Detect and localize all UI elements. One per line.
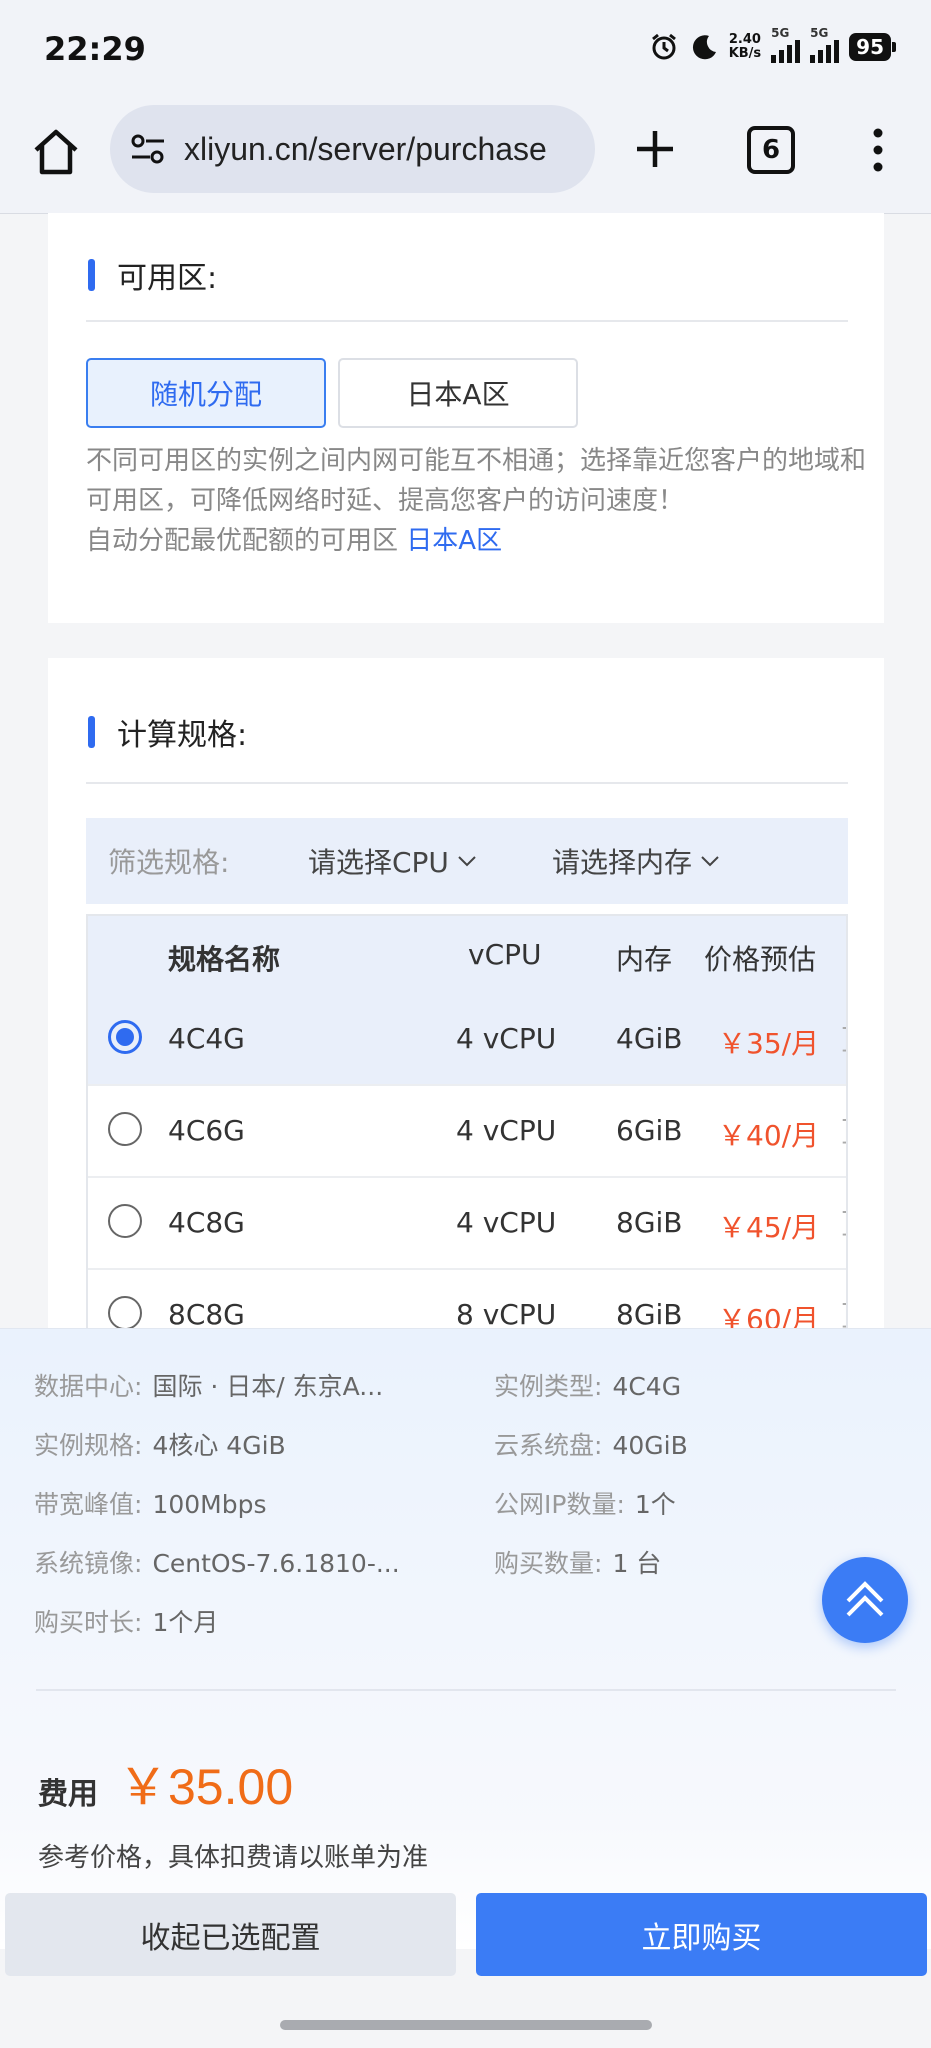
row-name: 8C8G: [168, 1298, 245, 1331]
chevron-down-icon: [701, 856, 719, 867]
status-icons: 2.40 KB/s 5G 5G 95: [649, 26, 896, 63]
moon-icon: [692, 34, 716, 59]
row-price: ￥40/月: [718, 1119, 820, 1152]
table-row[interactable]: 4C4G 4 vCPU 4GiB ￥35/月 ]: [88, 994, 846, 1086]
buy-now-button[interactable]: 立即购买: [476, 1893, 927, 1976]
zone-option-random[interactable]: 随机分配: [86, 358, 326, 428]
zone-option-japan-a[interactable]: 日本A区: [338, 358, 578, 428]
scroll-top-button[interactable]: [822, 1557, 908, 1643]
order-summary-panel: 数据中心: 国际 · 日本/ 东京A... 实例类型: 4C4G 实例规格: 4核心 …: [0, 1328, 931, 1949]
row-mem: 4GiB: [616, 1022, 683, 1055]
radio-unselected[interactable]: [108, 1112, 142, 1146]
filter-bar: 筛选规格: 请选择CPU 请选择内存: [86, 818, 848, 904]
row-truncated: ]: [840, 1114, 846, 1147]
summary-bandwidth: 带宽峰值: 100Mbps: [34, 1490, 267, 1519]
col-name: 规格名称: [168, 943, 281, 976]
summary-duration: 购买时长: 1个月: [34, 1608, 219, 1637]
zone-title: 可用区:: [88, 253, 217, 297]
row-truncated: ]: [840, 1298, 846, 1331]
memory-select[interactable]: 请选择内存: [552, 841, 720, 881]
row-vcpu: 4 vCPU: [456, 1114, 557, 1147]
fee-label: 费用: [38, 1777, 98, 1812]
row-name: 4C8G: [168, 1206, 245, 1239]
browser-toolbar: xliyun.cn/server/purchase 6: [0, 100, 931, 214]
row-name: 4C6G: [168, 1114, 245, 1147]
summary-quantity: 购买数量: 1 台: [494, 1549, 662, 1578]
net-speed: 2.40 KB/s: [728, 31, 762, 61]
signal-icon-2: 5G: [810, 26, 840, 63]
filter-label: 筛选规格:: [108, 846, 230, 879]
tabs-count-button[interactable]: 6: [747, 126, 795, 174]
more-icon[interactable]: [868, 126, 888, 174]
zone-description: 不同可用区的实例之间内网可能互不相通；选择靠近您客户的地域和可用区，可降低网络时…: [86, 446, 867, 556]
summary-instance-type: 实例类型: 4C4G: [494, 1372, 682, 1401]
radio-unselected[interactable]: [108, 1296, 142, 1330]
row-truncated: ]: [840, 1206, 846, 1239]
plus-icon[interactable]: [630, 124, 680, 174]
cpu-select[interactable]: 请选择CPU: [308, 841, 477, 881]
table-header: 规格名称 vCPU 内存 价格预估: [88, 916, 846, 994]
battery-icon: 95: [849, 32, 896, 61]
auto-zone-link[interactable]: 日本A区: [406, 526, 502, 556]
radio-unselected[interactable]: [108, 1204, 142, 1238]
spec-card: 计算规格: 筛选规格: 请选择CPU 请选择内存 规格名称 vCPU 内存 价格…: [48, 658, 884, 1344]
status-time: 22:29: [44, 30, 146, 68]
row-vcpu: 4 vCPU: [456, 1206, 557, 1239]
row-name: 4C4G: [168, 1022, 245, 1055]
url-text[interactable]: xliyun.cn/server/purchase: [184, 131, 547, 168]
col-vcpu: vCPU: [468, 938, 542, 971]
summary-disk: 云系统盘: 40GiB: [494, 1431, 688, 1460]
spec-title: 计算规格:: [88, 710, 247, 754]
address-bar[interactable]: xliyun.cn/server/purchase: [110, 105, 595, 193]
zone-card: 可用区: 随机分配 日本A区 不同可用区的实例之间内网可能互不相通；选择靠近您客…: [48, 213, 884, 623]
table-row[interactable]: 4C6G 4 vCPU 6GiB ￥40/月 ]: [88, 1086, 846, 1178]
summary-public-ip: 公网IP数量: 1个: [494, 1490, 676, 1519]
summary-datacenter: 数据中心: 国际 · 日本/ 东京A...: [34, 1372, 384, 1401]
row-mem: 8GiB: [616, 1298, 683, 1331]
summary-spec: 实例规格: 4核心 4GiB: [34, 1431, 286, 1460]
row-vcpu: 8 vCPU: [456, 1298, 557, 1331]
row-price: ￥45/月: [718, 1211, 820, 1244]
spec-table: 规格名称 vCPU 内存 价格预估 4C4G 4 vCPU 4GiB ￥35/月…: [86, 914, 848, 1344]
col-mem: 内存: [616, 943, 673, 976]
row-mem: 6GiB: [616, 1114, 683, 1147]
table-row[interactable]: 4C8G 4 vCPU 8GiB ￥45/月 ]: [88, 1178, 846, 1270]
col-price: 价格预估: [704, 943, 817, 976]
fee-amount: ￥35.00: [118, 1759, 294, 1815]
summary-image: 系统镜像: CentOS-7.6.1810-...: [34, 1549, 400, 1578]
row-price: ￥35/月: [718, 1027, 820, 1060]
chevron-down-icon: [458, 856, 476, 867]
row-mem: 8GiB: [616, 1206, 683, 1239]
signal-icon: 5G: [771, 26, 801, 63]
row-truncated: ]: [840, 1022, 846, 1055]
fee-note: 参考价格，具体扣费请以账单为准: [38, 1843, 429, 1873]
collapse-config-button[interactable]: 收起已选配置: [5, 1893, 456, 1976]
home-icon[interactable]: [30, 126, 82, 178]
radio-selected[interactable]: [108, 1020, 142, 1054]
tune-icon[interactable]: [128, 129, 168, 169]
alarm-icon: [651, 33, 676, 59]
status-bar: 22:29 2.40 KB/s 5G 5G 95: [0, 0, 931, 100]
row-vcpu: 4 vCPU: [456, 1022, 557, 1055]
home-indicator: [280, 2020, 652, 2030]
double-chevron-up-icon: [846, 1581, 884, 1617]
